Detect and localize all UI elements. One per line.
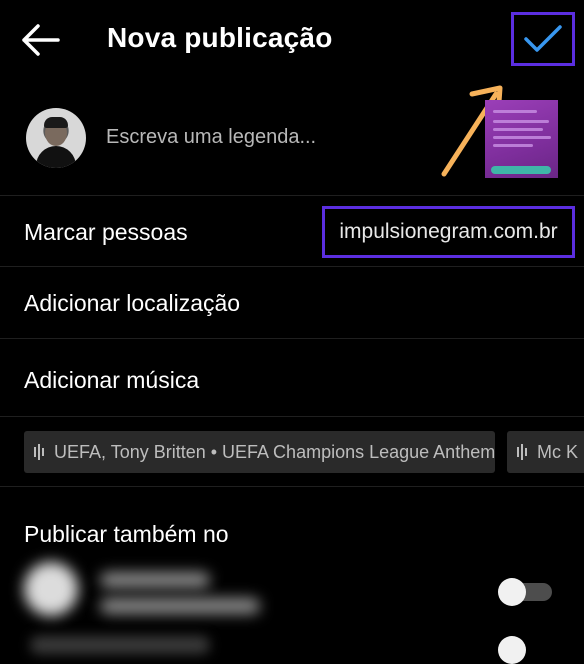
caption-section <box>0 96 584 192</box>
divider <box>0 195 584 196</box>
blurred-account-row <box>30 636 210 654</box>
blurred-account-name <box>100 572 210 588</box>
share-section-title: Publicar também no <box>24 521 229 547</box>
caption-input[interactable] <box>106 126 406 149</box>
top-bar: Nova publicação <box>0 0 584 84</box>
divider <box>0 338 584 339</box>
share-confirm-button[interactable] <box>511 12 575 66</box>
divider <box>0 416 584 417</box>
divider <box>0 486 584 487</box>
avatar <box>26 108 86 168</box>
music-chip[interactable]: UEFA, Tony Britten • UEFA Champions Leag… <box>24 431 495 473</box>
music-chip[interactable]: Mc K <box>507 431 584 473</box>
music-chip-label: Mc K <box>537 441 579 462</box>
audio-wave-icon <box>517 444 527 460</box>
back-button[interactable] <box>20 20 64 60</box>
music-chip-label: UEFA, Tony Britten • UEFA Champions Leag… <box>54 441 495 462</box>
toggle-knob <box>498 578 526 606</box>
share-toggle-2[interactable] <box>498 636 526 664</box>
blurred-account-avatar <box>24 562 78 616</box>
add-music-option[interactable]: Adicionar música <box>24 367 199 394</box>
watermark-box: impulsionegram.com.br <box>322 206 575 258</box>
add-location-option[interactable]: Adicionar localização <box>24 290 240 317</box>
tag-people-option[interactable]: Marcar pessoas <box>24 219 188 246</box>
back-arrow-icon <box>22 24 60 56</box>
audio-wave-icon <box>34 444 44 460</box>
blurred-account-sub <box>100 598 260 614</box>
checkmark-icon <box>524 25 562 52</box>
page-title: Nova publicação <box>107 22 333 53</box>
music-suggestions: UEFA, Tony Britten • UEFA Champions Leag… <box>24 431 584 473</box>
divider <box>0 266 584 267</box>
post-thumbnail <box>485 100 558 178</box>
